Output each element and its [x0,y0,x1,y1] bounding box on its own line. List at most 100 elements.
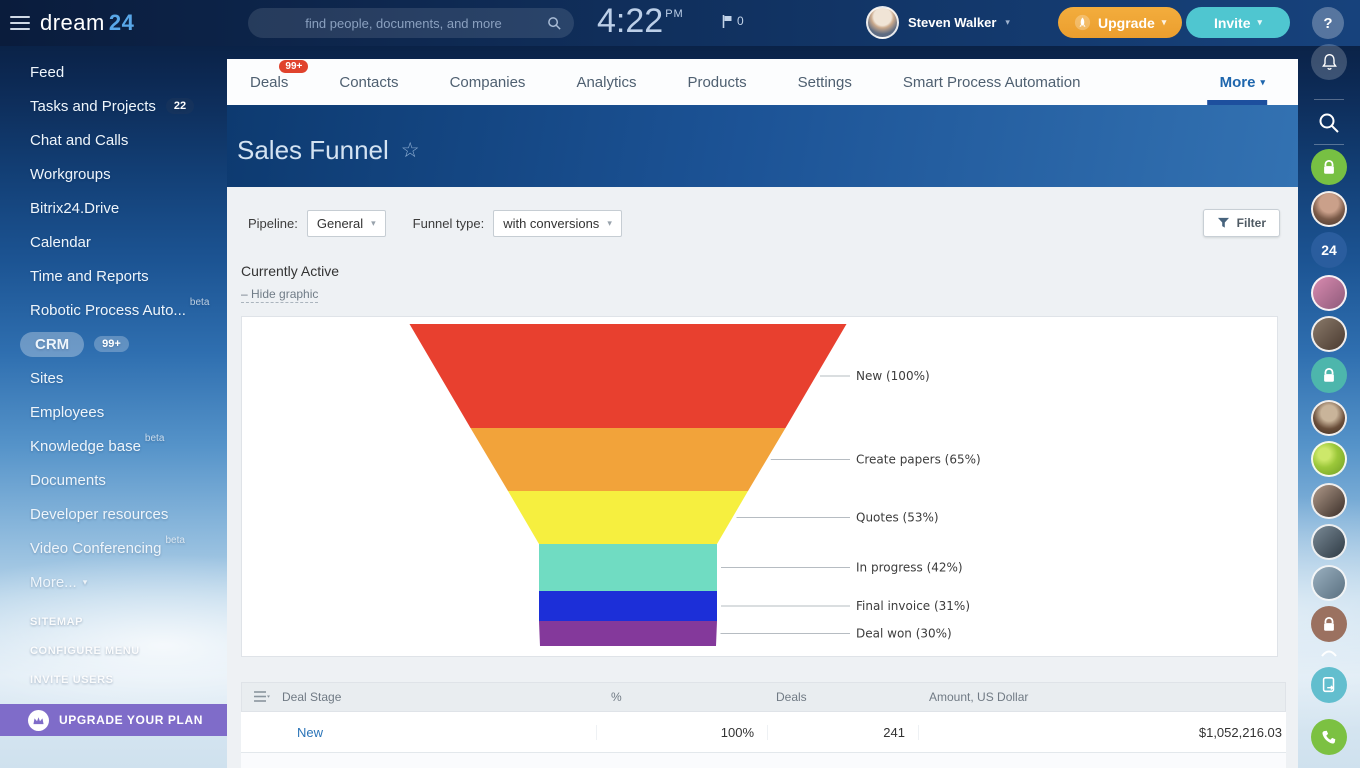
rail-search-button[interactable] [1311,105,1347,141]
sidebar-link-configure-menu[interactable]: CONFIGURE MENU [0,636,227,665]
funnel-segment-final-invoice[interactable] [539,591,717,621]
sidebar-item-chat-and-calls[interactable]: Chat and Calls [0,123,227,157]
search-icon [547,16,562,31]
help-button[interactable]: ? [1312,7,1344,39]
sidebar-item-bitrix24-drive[interactable]: Bitrix24.Drive [0,191,227,225]
funnel-segment-in-progress[interactable] [539,544,717,591]
filter-button[interactable]: Filter [1203,209,1280,237]
sidebar-item-robotic-process-auto[interactable]: Robotic Process Auto...beta [0,293,227,327]
sidebar-item-documents[interactable]: Documents [0,463,227,497]
rail-collapse-button[interactable] [1311,646,1347,660]
column-header-deals[interactable]: Deals [769,690,920,704]
sidebar-item-crm[interactable]: CRM99+ [0,327,227,361]
funnel-segment-create-papers[interactable] [471,428,786,491]
tab-deals[interactable]: Deals99+ [250,74,288,91]
search-input[interactable] [260,16,547,31]
hide-graphic-link[interactable]: – Hide graphic [241,287,318,303]
sidebar-item-tasks-and-projects[interactable]: Tasks and Projects22 [0,89,227,123]
sidebar-item-sites[interactable]: Sites [0,361,227,395]
sidebar-item-feed[interactable]: Feed [0,55,227,89]
sidebar-item-knowledge-base[interactable]: Knowledge basebeta [0,429,227,463]
logo-brand: dream [40,10,105,35]
tab-products[interactable]: Products [687,74,746,91]
column-header-[interactable]: % [598,690,769,704]
sidebar-item-calendar[interactable]: Calendar [0,225,227,259]
notifications-flag[interactable]: 0 [722,14,744,28]
global-search[interactable] [248,8,574,38]
beta-tag: beta [165,535,184,546]
tab-label: Settings [798,74,852,91]
tab-settings[interactable]: Settings [798,74,852,91]
rail-avatar-5[interactable] [1311,483,1347,519]
tab-label: Deals [250,74,288,91]
work-clock[interactable]: 4:22 PM [597,2,684,41]
invite-label: Invite [1214,15,1251,31]
rail-avatar-2[interactable] [1311,275,1347,311]
phone-icon [1320,728,1338,746]
rail-avatar-1[interactable] [1311,191,1347,227]
funnel-type-select[interactable]: with conversions ▾ [493,210,622,237]
sidebar-item-label: Sites [30,370,63,387]
upgrade-button[interactable]: Upgrade ▾ [1058,7,1182,38]
rail-divider [1314,99,1344,100]
tab-analytics[interactable]: Analytics [576,74,636,91]
table-header-row: Deal Stage%DealsAmount, US Dollar [241,682,1286,712]
funnel-stage-label: Final invoice (31%) [856,599,970,613]
rail-device-sync-button[interactable] [1311,667,1347,703]
funnel-segment-deal-won[interactable] [539,621,717,646]
sidebar-item-label: More... [30,574,77,591]
tab-smart-process-automation[interactable]: Smart Process Automation [903,74,1081,91]
rail-avatar-limes[interactable] [1311,441,1347,477]
sidebar-item-developer-resources[interactable]: Developer resources [0,497,227,531]
column-header-deal-stage[interactable]: Deal Stage [282,690,598,704]
sidebar-link-sitemap[interactable]: SITEMAP [0,607,227,636]
tab-companies[interactable]: Companies [450,74,526,91]
filter-funnel-icon [1217,217,1230,229]
pipeline-select[interactable]: General ▾ [307,210,386,237]
sidebar-item-time-and-reports[interactable]: Time and Reports [0,259,227,293]
funnel-segment-quotes[interactable] [508,491,748,544]
deal-stage-table: Deal Stage%DealsAmount, US Dollar New100… [241,682,1286,768]
column-header-amount-us-dollar[interactable]: Amount, US Dollar [920,690,1285,704]
sidebar-item-employees[interactable]: Employees [0,395,227,429]
rail-avatar-6[interactable] [1311,524,1347,560]
user-avatar [866,6,899,39]
logo-number: 24 [109,10,134,35]
funnel-stage-label: In progress (42%) [856,561,963,575]
rail-phone-button[interactable] [1311,719,1347,755]
table-settings-icon[interactable] [242,691,282,703]
funnel-stage-label: New (100%) [856,369,930,383]
rail-lock-teal[interactable] [1311,357,1347,393]
rail-badge-24[interactable]: 24 [1311,232,1347,268]
hamburger-menu-icon[interactable] [10,16,30,30]
user-menu[interactable]: Steven Walker ▾ [866,6,1010,39]
invite-button[interactable]: Invite ▾ [1186,7,1290,38]
tab-more[interactable]: More ▾ [1220,59,1265,105]
sidebar-item-label: Tasks and Projects [30,98,156,115]
rail-lock-green[interactable] [1311,149,1347,185]
bell-notifications-button[interactable] [1311,44,1347,80]
funnel-segment-new[interactable] [410,324,847,428]
rail-avatar-4[interactable] [1311,400,1347,436]
rail-lock-brown[interactable] [1311,606,1347,642]
sidebar-item-workgroups[interactable]: Workgroups [0,157,227,191]
rail-avatar-7[interactable] [1311,565,1347,601]
flag-count: 0 [737,14,744,28]
funnel-type-value: with conversions [503,216,599,231]
rail-avatar-3[interactable] [1311,316,1347,352]
stage-link[interactable]: New [281,725,597,740]
upgrade-plan-banner[interactable]: UPGRADE YOUR PLAN [0,704,227,736]
chevron-down-icon: ▾ [371,218,376,229]
favorite-star-icon[interactable]: ☆ [401,138,420,163]
tab-contacts[interactable]: Contacts [339,74,398,91]
search-icon [1317,111,1341,135]
sidebar-item-more[interactable]: More...▾ [0,565,227,599]
sidebar-item-label: Employees [30,404,104,421]
pipeline-value: General [317,216,363,231]
sidebar-item-badge: 99+ [94,336,129,352]
funnel-stage-label: Quotes (53%) [856,511,939,525]
table-row-partial [241,753,1286,768]
sidebar-link-invite-users[interactable]: INVITE USERS [0,665,227,694]
app-logo[interactable]: dream24 [40,10,134,36]
sidebar-item-video-conferencing[interactable]: Video Conferencingbeta [0,531,227,565]
